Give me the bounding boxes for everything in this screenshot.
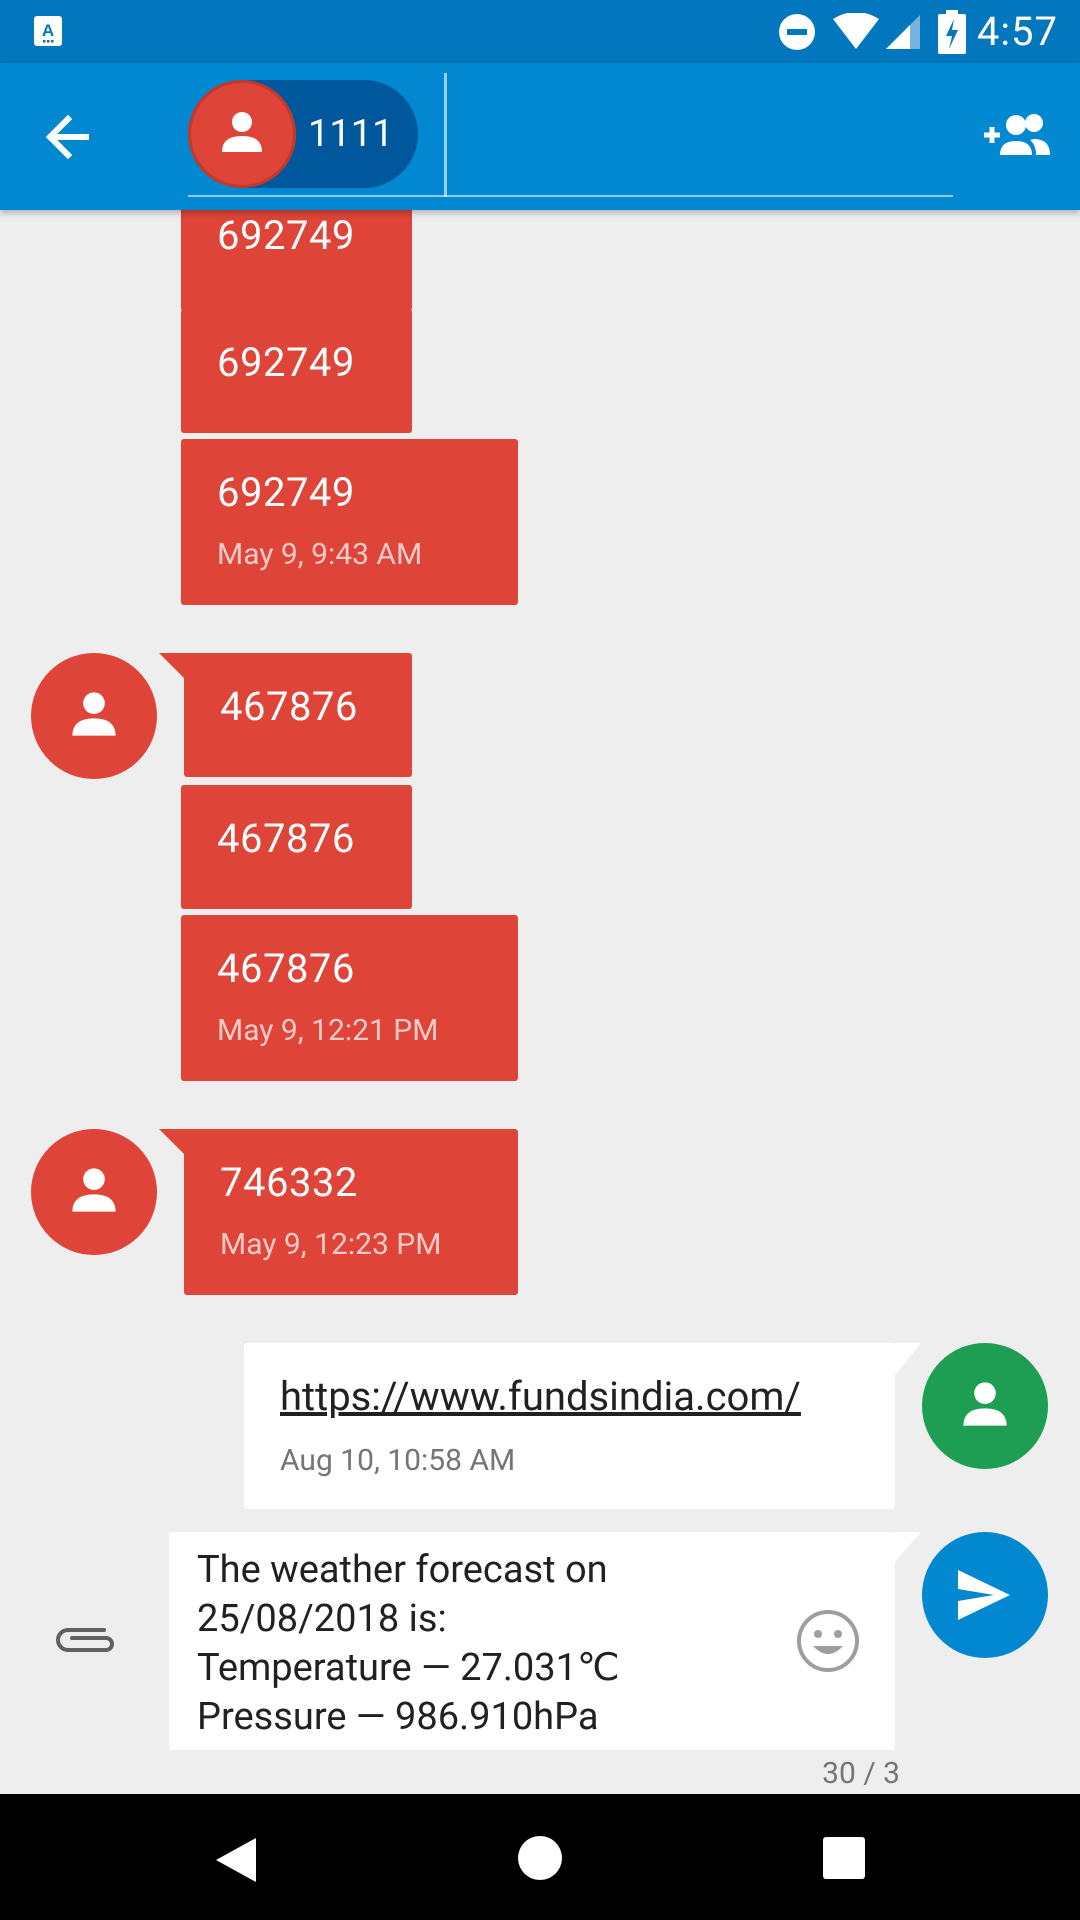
- message-text: 746332: [220, 1159, 358, 1206]
- incoming-message[interactable]: 746332 May 9, 12:23 PM: [184, 1129, 518, 1295]
- compose-field[interactable]: The weather forecast on 25/08/2018 is: T…: [169, 1532, 895, 1750]
- nav-recents-icon[interactable]: [823, 1837, 865, 1879]
- incoming-message[interactable]: 692749: [181, 309, 412, 433]
- message-timestamp: May 9, 9:43 AM: [217, 537, 423, 572]
- recipient-avatar: [188, 80, 296, 188]
- message-link[interactable]: https://www.fundsindia.com/: [280, 1373, 801, 1420]
- person-icon: [72, 692, 116, 736]
- incoming-message[interactable]: 692749 May 9, 9:43 AM: [181, 439, 518, 605]
- compose-line: 25/08/2018 is:: [197, 1597, 447, 1641]
- paperclip-icon[interactable]: [54, 1620, 116, 1660]
- recipient-input-cursor: [444, 73, 447, 197]
- emoji-icon[interactable]: [795, 1608, 861, 1674]
- person-icon: [963, 1382, 1007, 1426]
- recipient-name: 1111: [308, 112, 394, 156]
- wifi-icon: [833, 13, 879, 49]
- nav-home-icon[interactable]: [518, 1836, 562, 1880]
- person-icon: [72, 1168, 116, 1212]
- app-notification-icon: A: [34, 16, 62, 46]
- app-bar: 1111: [0, 63, 1080, 210]
- compose-text[interactable]: The weather forecast on 25/08/2018 is: T…: [197, 1546, 757, 1742]
- recipient-input[interactable]: [188, 195, 953, 197]
- status-bar: A 4:57: [0, 0, 1080, 63]
- compose-line: Pressure — 986.910hPa: [197, 1695, 599, 1739]
- message-text: 692749: [217, 212, 355, 259]
- my-avatar[interactable]: [922, 1343, 1048, 1469]
- do-not-disturb-icon: [779, 14, 815, 50]
- add-people-icon[interactable]: [984, 111, 1050, 159]
- outgoing-message[interactable]: https://www.fundsindia.com/ Aug 10, 10:5…: [244, 1343, 895, 1509]
- message-text: 467876: [217, 945, 355, 992]
- send-icon: [958, 1570, 1010, 1620]
- sender-avatar[interactable]: [31, 1129, 157, 1255]
- message-text: 692749: [217, 339, 355, 386]
- status-clock: 4:57: [976, 8, 1058, 55]
- recipient-chip[interactable]: 1111: [188, 80, 418, 188]
- bubble-tail: [895, 1532, 921, 1562]
- incoming-message[interactable]: 692749: [181, 210, 412, 311]
- message-text: 467876: [217, 815, 355, 862]
- incoming-message[interactable]: 467876 May 9, 12:21 PM: [181, 915, 518, 1081]
- message-thread[interactable]: 692749 692749 692749 May 9, 9:43 AM 4678…: [0, 210, 1080, 1520]
- person-icon: [222, 112, 262, 152]
- cell-signal-icon: [886, 15, 920, 49]
- compose-line: Temperature — 27.031℃: [197, 1646, 620, 1690]
- message-timestamp: Aug 10, 10:58 AM: [280, 1443, 516, 1478]
- send-button[interactable]: [922, 1532, 1048, 1658]
- message-text: 692749: [217, 469, 355, 516]
- nav-back-icon[interactable]: [214, 1836, 258, 1884]
- message-text: 467876: [220, 683, 358, 730]
- battery-charging-icon: [938, 10, 966, 54]
- bubble-tail: [895, 1343, 921, 1375]
- arrow-back-icon[interactable]: [42, 109, 106, 165]
- incoming-message[interactable]: 467876: [181, 785, 412, 909]
- svg-text:A: A: [42, 21, 54, 40]
- incoming-message[interactable]: 467876: [184, 653, 412, 777]
- compose-line: The weather forecast on: [197, 1548, 608, 1592]
- message-timestamp: May 9, 12:21 PM: [217, 1013, 439, 1048]
- character-counter: 30 / 3: [822, 1756, 900, 1791]
- sender-avatar[interactable]: [31, 653, 157, 779]
- message-timestamp: May 9, 12:23 PM: [220, 1227, 442, 1262]
